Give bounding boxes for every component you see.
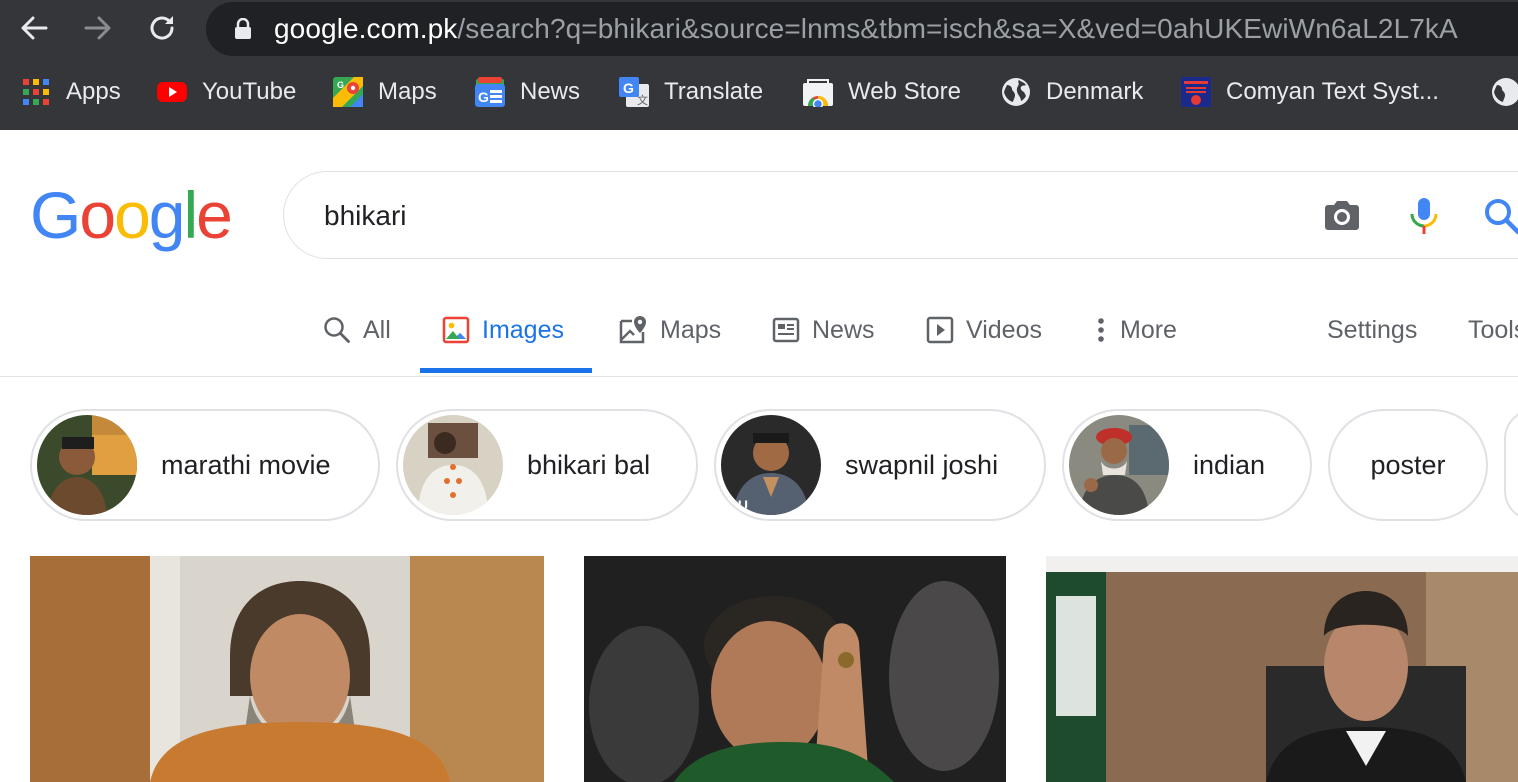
tab-label: More (1120, 315, 1177, 344)
active-tab-indicator (420, 368, 592, 373)
logo-letter: l (183, 178, 199, 252)
svg-text:G: G (478, 89, 489, 105)
youtube-icon (156, 76, 188, 108)
newspaper-icon (772, 317, 800, 343)
tab-label: Images (482, 315, 564, 344)
tab-videos[interactable]: Videos (926, 310, 1042, 350)
tab-images[interactable]: Images (442, 310, 564, 350)
result-image (1046, 556, 1518, 782)
web-store-icon (802, 76, 834, 108)
svg-text:G: G (623, 80, 634, 96)
microphone-icon[interactable] (1402, 194, 1446, 238)
related-chip[interactable]: bhikari bal (396, 409, 698, 521)
bookmark-web-store[interactable]: Web Store (802, 74, 961, 110)
news-icon: G (474, 76, 506, 108)
chip-thumbnail (37, 415, 137, 515)
forward-arrow-icon (84, 16, 111, 40)
play-icon (926, 316, 954, 344)
chip-thumbnail: GU (721, 415, 821, 515)
google-logo[interactable]: Google (30, 178, 233, 252)
search-tabs: All Images Maps News Videos More Setting… (0, 300, 1518, 377)
bookmark-label: Translate (664, 78, 764, 105)
logo-letter: e (196, 178, 233, 252)
apps-grid-icon (20, 76, 52, 108)
map-pin-icon (618, 315, 648, 345)
svg-text:GU: GU (727, 497, 748, 513)
image-result[interactable] (584, 556, 1006, 782)
bookmark-overflow[interactable] (1490, 74, 1518, 110)
back-button[interactable] (14, 10, 54, 46)
maps-icon: G (332, 76, 364, 108)
chip-thumbnail (1069, 415, 1169, 515)
bookmark-translate[interactable]: G文 Translate (618, 74, 763, 110)
image-icon (442, 316, 470, 344)
search-input[interactable]: bhikari (324, 200, 406, 232)
browser-chrome: google.com.pk/search?q=bhikari&source=ln… (0, 0, 1518, 130)
image-result[interactable] (1046, 556, 1518, 782)
bookmark-denmark[interactable]: Denmark (1000, 74, 1143, 110)
bookmark-youtube[interactable]: YouTube (156, 74, 296, 110)
search-box[interactable]: bhikari (283, 171, 1518, 259)
result-image (30, 556, 544, 782)
reload-icon (150, 16, 174, 40)
chip-label: swapnil joshi (845, 449, 999, 480)
tab-all[interactable]: All (323, 310, 391, 350)
search-icon[interactable] (1480, 194, 1518, 238)
bookmark-news[interactable]: G News (474, 74, 580, 110)
related-chip[interactable]: marathi movie (30, 409, 380, 521)
tab-label: All (363, 315, 391, 344)
bookmark-label: Denmark (1046, 78, 1144, 105)
tab-maps[interactable]: Maps (618, 310, 721, 350)
related-chip[interactable] (1504, 409, 1518, 521)
result-image (584, 556, 1006, 782)
related-chip[interactable]: poster (1328, 409, 1488, 521)
logo-letter: o (114, 178, 151, 252)
chip-thumbnail (403, 415, 503, 515)
settings-link[interactable]: Settings (1327, 310, 1417, 350)
more-vert-icon (1094, 316, 1108, 344)
comyan-icon (1180, 76, 1212, 108)
logo-letter: G (30, 178, 81, 252)
tools-link[interactable]: Tools (1468, 310, 1518, 350)
bookmark-label: Maps (378, 78, 437, 105)
bookmark-apps[interactable]: Apps (20, 74, 121, 110)
url-domain: google.com.pk (274, 13, 458, 44)
logo-letter: o (79, 178, 116, 252)
related-chip[interactable]: indian (1062, 409, 1312, 521)
camera-icon[interactable] (1320, 194, 1364, 238)
url-text: google.com.pk/search?q=bhikari&source=ln… (274, 13, 1458, 45)
bookmark-label: Web Store (848, 78, 961, 105)
chip-label: indian (1193, 449, 1266, 480)
svg-text:文: 文 (637, 93, 648, 107)
related-chip[interactable]: GU swapnil joshi (714, 409, 1046, 521)
url-path: /search?q=bhikari&source=lnms&tbm=isch&s… (457, 13, 1458, 44)
globe-icon (1490, 76, 1518, 108)
back-arrow-icon (21, 16, 48, 40)
forward-button[interactable] (78, 10, 118, 46)
image-result[interactable] (30, 556, 544, 782)
bookmark-maps[interactable]: G Maps (332, 74, 437, 110)
tab-label: Videos (966, 315, 1042, 344)
chip-label: bhikari bal (527, 449, 651, 480)
lock-icon (235, 18, 251, 39)
tab-label: Maps (660, 315, 722, 344)
bookmark-label: News (520, 78, 581, 105)
logo-letter: g (148, 178, 186, 252)
search-icon (323, 316, 351, 344)
bookmark-label: Comyan Text Syst... (1226, 78, 1439, 105)
bookmark-label: YouTube (202, 78, 297, 105)
translate-icon: G文 (618, 76, 650, 108)
reload-button[interactable] (142, 10, 182, 46)
bookmarks-bar: Apps YouTube G Maps G News G文 Translate (0, 64, 1518, 120)
tab-more[interactable]: More (1094, 310, 1177, 350)
chip-label: poster (1370, 449, 1446, 480)
bookmark-label: Apps (66, 78, 121, 105)
tab-news[interactable]: News (772, 310, 875, 350)
svg-text:G: G (337, 80, 344, 90)
address-bar[interactable]: google.com.pk/search?q=bhikari&source=ln… (206, 2, 1518, 56)
chip-label: marathi movie (161, 449, 331, 480)
tab-label: News (812, 315, 875, 344)
globe-icon (1000, 76, 1032, 108)
bookmark-comyan[interactable]: Comyan Text Syst... (1180, 74, 1439, 110)
